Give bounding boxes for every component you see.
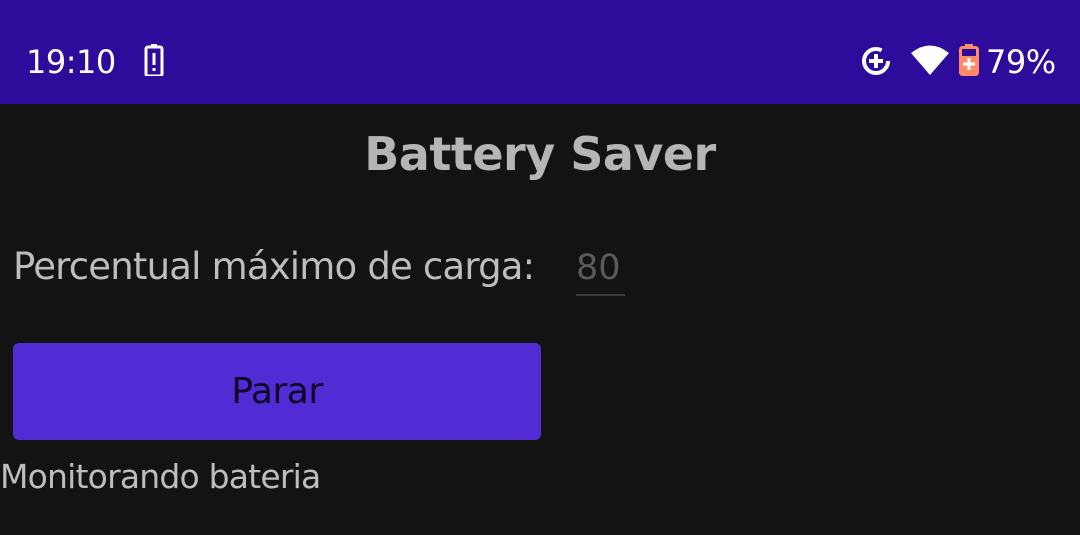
status-time: 19:10	[26, 43, 116, 81]
app-content: Battery Saver Percentual máximo de carga…	[0, 104, 1080, 535]
battery-percent: 79%	[986, 43, 1056, 81]
status-bar: 19:10 79%	[0, 0, 1080, 104]
battery-alert-icon	[144, 44, 164, 80]
max-charge-input[interactable]	[576, 242, 625, 296]
data-saver-icon	[860, 45, 892, 81]
monitoring-status: Monitorando bateria	[0, 457, 321, 496]
battery-charging-icon	[959, 44, 979, 80]
stop-button[interactable]: Parar	[13, 343, 541, 440]
page-title: Battery Saver	[364, 127, 716, 181]
max-charge-label: Percentual máximo de carga:	[13, 245, 535, 288]
wifi-icon	[910, 44, 950, 80]
